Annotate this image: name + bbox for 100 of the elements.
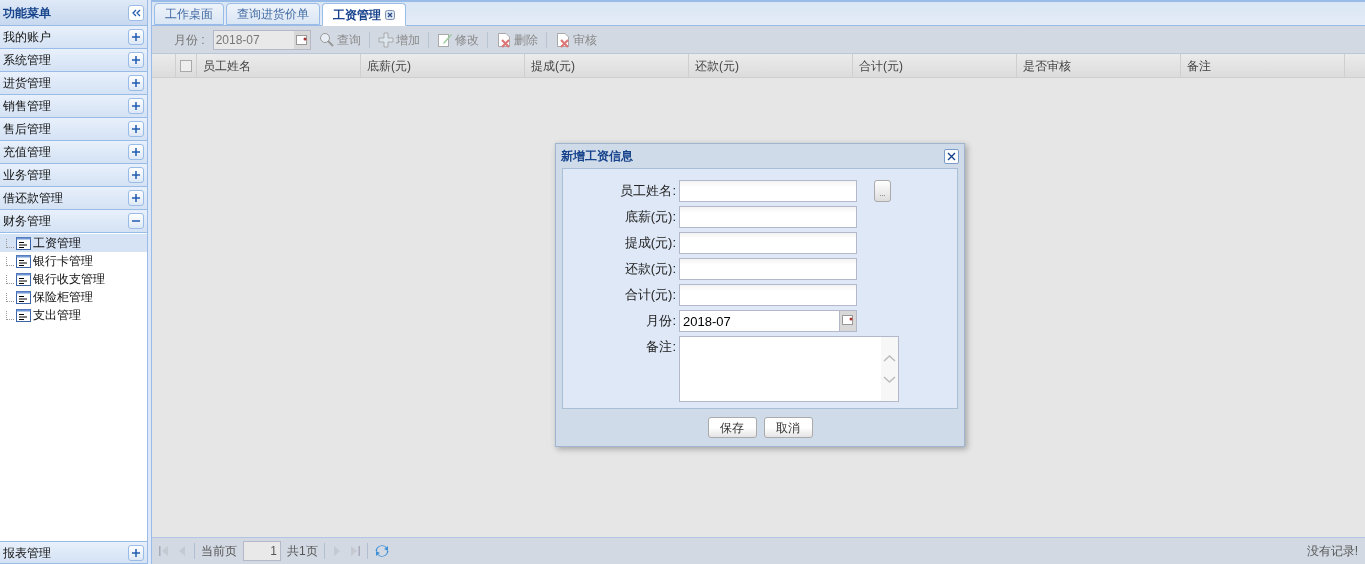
expand-button[interactable] <box>128 167 144 183</box>
plus-icon <box>131 124 141 134</box>
column-header[interactable]: 是否审核 <box>1017 54 1181 77</box>
column-header[interactable]: 备注 <box>1181 54 1345 77</box>
plus-icon <box>131 170 141 180</box>
accordion-header[interactable]: 充值管理 <box>0 141 147 164</box>
last-page-icon <box>348 545 361 557</box>
accordion-header[interactable]: 借还款管理 <box>0 187 147 210</box>
group-label: 销售管理 <box>3 98 51 115</box>
column-header[interactable]: 员工姓名 <box>197 54 361 77</box>
expand-button[interactable] <box>128 544 144 561</box>
refresh-icon <box>373 543 390 559</box>
expand-button[interactable] <box>128 190 144 206</box>
input-field[interactable] <box>679 232 857 254</box>
plus-icon <box>131 32 141 42</box>
document-icon <box>16 272 31 286</box>
expand-button[interactable] <box>128 52 144 68</box>
plus-icon <box>131 193 141 203</box>
expand-button[interactable] <box>128 29 144 45</box>
column-header[interactable]: 合计(元) <box>853 54 1017 77</box>
sidebar-title: 功能菜单 <box>3 4 51 22</box>
dialog-button[interactable]: 取消 <box>763 417 813 438</box>
close-icon <box>947 151 956 161</box>
plus-icon <box>131 55 141 65</box>
column-header[interactable]: 底薪(元) <box>361 54 525 77</box>
close-icon <box>385 9 395 20</box>
column-header[interactable]: 还款(元) <box>689 54 853 77</box>
field-label: 合计(元): <box>623 286 677 304</box>
plus-icon <box>131 78 141 88</box>
group-label: 我的账户 <box>3 29 51 46</box>
close-button[interactable] <box>944 148 959 164</box>
tab[interactable]: 查询进货价单 <box>226 3 320 25</box>
page-number-field[interactable]: 1 <box>243 541 281 561</box>
tree-item[interactable]: 银行卡管理 <box>0 252 147 270</box>
accordion-header[interactable]: 销售管理 <box>0 95 147 118</box>
field-label: 还款(元): <box>623 260 677 278</box>
delete-icon <box>554 31 571 48</box>
group-label: 进货管理 <box>3 75 51 92</box>
input-field[interactable] <box>679 284 857 306</box>
plus-icon <box>131 547 141 558</box>
accordion-header[interactable]: 系统管理 <box>0 49 147 72</box>
delete-icon <box>495 31 512 48</box>
browse-button[interactable]: ... <box>874 180 891 202</box>
field-label: 员工姓名: <box>619 182 677 200</box>
collapse-sidebar-button[interactable] <box>128 4 144 21</box>
field-label: 备注: <box>645 338 677 356</box>
pager-total: 共1页 <box>287 543 318 560</box>
expand-button[interactable] <box>128 98 144 114</box>
pager-label: 当前页 <box>201 543 237 560</box>
group-label: 业务管理 <box>3 167 51 184</box>
plus-icon <box>131 101 141 111</box>
group-label: 报表管理 <box>3 544 51 562</box>
collapse-button[interactable] <box>128 213 144 229</box>
field-label: 月份: <box>645 312 677 330</box>
input-field[interactable] <box>679 258 857 280</box>
accordion-header[interactable]: 财务管理 <box>0 210 147 233</box>
dialog-button[interactable]: 保存 <box>707 417 757 438</box>
first-page-icon <box>158 545 170 557</box>
document-icon <box>16 290 31 304</box>
calendar-icon <box>293 30 310 49</box>
tree-item[interactable]: 银行收支管理 <box>0 270 147 288</box>
group-label: 售后管理 <box>3 121 51 138</box>
tab[interactable]: 工作桌面 <box>154 3 224 25</box>
input-field[interactable] <box>679 180 857 202</box>
double-chevron-icon <box>131 7 141 18</box>
group-label: 财务管理 <box>3 213 51 230</box>
tree-item[interactable]: 工资管理 <box>0 234 147 252</box>
dialog-title: 新增工资信息 <box>561 148 633 165</box>
search-icon <box>318 31 335 48</box>
calendar-icon <box>839 310 857 332</box>
scrollbar-arrows-icon <box>881 337 898 401</box>
expand-button[interactable] <box>128 75 144 91</box>
document-icon <box>16 236 31 250</box>
accordion-header[interactable]: 报表管理 <box>0 541 147 564</box>
month-field[interactable]: 2018-07 <box>212 29 311 50</box>
tree-item[interactable]: 支出管理 <box>0 306 147 324</box>
document-icon <box>16 308 31 322</box>
field-label: 底薪(元): <box>623 208 677 226</box>
tab[interactable]: 工资管理 <box>322 3 406 26</box>
document-icon <box>16 254 31 268</box>
expand-button[interactable] <box>128 144 144 160</box>
edit-icon <box>436 31 453 48</box>
field-label: 提成(元): <box>623 234 677 252</box>
group-label: 充值管理 <box>3 144 51 161</box>
field-label: 月份 : <box>174 31 205 49</box>
accordion-header[interactable]: 进货管理 <box>0 72 147 95</box>
plus-icon <box>131 147 141 157</box>
group-label: 借还款管理 <box>3 190 63 207</box>
status-text: 没有记录! <box>1306 543 1359 560</box>
date-field[interactable]: 2018-07 <box>679 310 839 332</box>
accordion-header[interactable]: 业务管理 <box>0 164 147 187</box>
select-all-checkbox[interactable] <box>180 59 192 72</box>
group-label: 系统管理 <box>3 52 51 69</box>
input-field[interactable] <box>679 206 857 228</box>
accordion-header[interactable]: 售后管理 <box>0 118 147 141</box>
plus-icon <box>377 31 394 48</box>
expand-button[interactable] <box>128 121 144 137</box>
column-header[interactable]: 提成(元) <box>525 54 689 77</box>
accordion-header[interactable]: 我的账户 <box>0 26 147 49</box>
tree-item[interactable]: 保险柜管理 <box>0 288 147 306</box>
